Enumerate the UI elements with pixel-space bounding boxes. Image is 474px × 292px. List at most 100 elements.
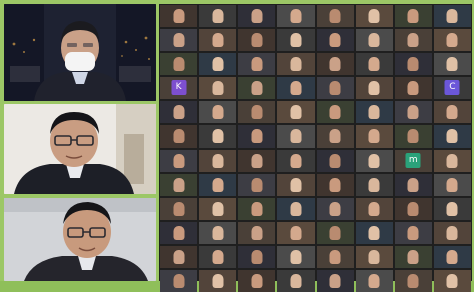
- participant-tile[interactable]: [160, 29, 198, 52]
- participant-tile[interactable]: [316, 245, 354, 269]
- participant-tile[interactable]: [199, 245, 237, 269]
- participant-tile[interactable]: [316, 125, 354, 148]
- participant-tile[interactable]: [199, 5, 237, 28]
- participant-tile[interactable]: [433, 29, 471, 52]
- participant-tile[interactable]: [160, 270, 198, 292]
- participant-tile[interactable]: [316, 77, 354, 100]
- participant-tile[interactable]: [316, 53, 354, 76]
- participant-tile[interactable]: [199, 270, 237, 292]
- participant-tile[interactable]: [394, 5, 432, 28]
- participant-tile[interactable]: [433, 270, 471, 292]
- participant-tile[interactable]: [238, 197, 276, 220]
- participant-tile[interactable]: [394, 101, 432, 124]
- participant-tile[interactable]: [394, 270, 432, 292]
- participant-tile[interactable]: [355, 125, 393, 148]
- participant-tile[interactable]: [316, 101, 354, 124]
- participant-tile[interactable]: [355, 5, 393, 28]
- participant-tile[interactable]: [316, 173, 354, 196]
- participant-tile[interactable]: [277, 197, 315, 220]
- participant-tile[interactable]: [238, 270, 276, 292]
- participant-tile[interactable]: [238, 53, 276, 76]
- participant-tile[interactable]: [316, 149, 354, 172]
- participant-tile[interactable]: [316, 221, 354, 244]
- participant-tile[interactable]: [433, 197, 471, 220]
- participant-tile[interactable]: [277, 29, 315, 52]
- participant-tile[interactable]: K: [160, 77, 198, 100]
- participant-tile[interactable]: [316, 270, 354, 292]
- participant-tile[interactable]: [355, 29, 393, 52]
- participant-tile[interactable]: [277, 149, 315, 172]
- participant-tile[interactable]: m: [394, 149, 432, 172]
- participant-tile[interactable]: [238, 101, 276, 124]
- participant-tile[interactable]: [160, 245, 198, 269]
- participant-tile[interactable]: [160, 197, 198, 220]
- participant-tile[interactable]: [355, 101, 393, 124]
- participant-tile[interactable]: [238, 29, 276, 52]
- participant-tile[interactable]: C: [433, 77, 471, 100]
- participant-tile[interactable]: [160, 53, 198, 76]
- participant-tile[interactable]: [355, 53, 393, 76]
- participant-tile[interactable]: [394, 245, 432, 269]
- participant-tile[interactable]: [277, 5, 315, 28]
- participant-tile[interactable]: [160, 101, 198, 124]
- participant-tile[interactable]: [277, 53, 315, 76]
- participant-tile[interactable]: [277, 173, 315, 196]
- participant-tile[interactable]: [277, 101, 315, 124]
- participant-tile[interactable]: [355, 221, 393, 244]
- participant-tile[interactable]: [160, 5, 198, 28]
- speaker-video-2[interactable]: [4, 104, 156, 194]
- participant-tile[interactable]: [199, 53, 237, 76]
- participant-tile[interactable]: [199, 149, 237, 172]
- participant-tile[interactable]: [238, 149, 276, 172]
- participant-tile[interactable]: [277, 221, 315, 244]
- participant-tile[interactable]: [355, 197, 393, 220]
- participant-tile[interactable]: [277, 245, 315, 269]
- participant-tile[interactable]: [433, 245, 471, 269]
- participant-tile[interactable]: [355, 77, 393, 100]
- participant-tile[interactable]: [394, 173, 432, 196]
- participant-tile[interactable]: [433, 101, 471, 124]
- participant-tile[interactable]: [160, 125, 198, 148]
- participant-tile[interactable]: [199, 101, 237, 124]
- participant-tile[interactable]: [355, 149, 393, 172]
- participant-tile[interactable]: [433, 53, 471, 76]
- participant-tile[interactable]: [238, 245, 276, 269]
- participant-tile[interactable]: [433, 149, 471, 172]
- participant-tile[interactable]: [277, 125, 315, 148]
- participant-tile[interactable]: [394, 125, 432, 148]
- participant-tile[interactable]: [394, 197, 432, 220]
- participant-tile[interactable]: [394, 221, 432, 244]
- participant-tile[interactable]: [394, 77, 432, 100]
- participant-tile[interactable]: [316, 29, 354, 52]
- participant-tile[interactable]: [160, 173, 198, 196]
- participant-tile[interactable]: [355, 173, 393, 196]
- participant-tile[interactable]: [433, 5, 471, 28]
- speaker-video-1[interactable]: [4, 4, 156, 101]
- participant-tile[interactable]: [199, 125, 237, 148]
- participant-video-thumbnail: [173, 9, 185, 23]
- participant-tile[interactable]: [199, 221, 237, 244]
- participant-tile[interactable]: [160, 221, 198, 244]
- participant-tile[interactable]: [277, 270, 315, 292]
- participant-tile[interactable]: [316, 197, 354, 220]
- participant-tile[interactable]: [433, 221, 471, 244]
- speaker-video-3[interactable]: [4, 198, 156, 281]
- participant-tile[interactable]: [238, 221, 276, 244]
- participant-tile[interactable]: [199, 29, 237, 52]
- participant-tile[interactable]: [199, 173, 237, 196]
- participant-tile[interactable]: [199, 77, 237, 100]
- participant-tile[interactable]: [355, 270, 393, 292]
- participant-tile[interactable]: [394, 53, 432, 76]
- participant-tile[interactable]: [394, 29, 432, 52]
- participant-tile[interactable]: [433, 125, 471, 148]
- participant-tile[interactable]: [238, 77, 276, 100]
- participant-tile[interactable]: [355, 245, 393, 269]
- participant-tile[interactable]: [433, 173, 471, 196]
- participant-tile[interactable]: [238, 5, 276, 28]
- participant-tile[interactable]: [277, 77, 315, 100]
- participant-tile[interactable]: [238, 125, 276, 148]
- participant-tile[interactable]: [316, 5, 354, 28]
- participant-tile[interactable]: [199, 197, 237, 220]
- participant-tile[interactable]: [238, 173, 276, 196]
- participant-tile[interactable]: [160, 149, 198, 172]
